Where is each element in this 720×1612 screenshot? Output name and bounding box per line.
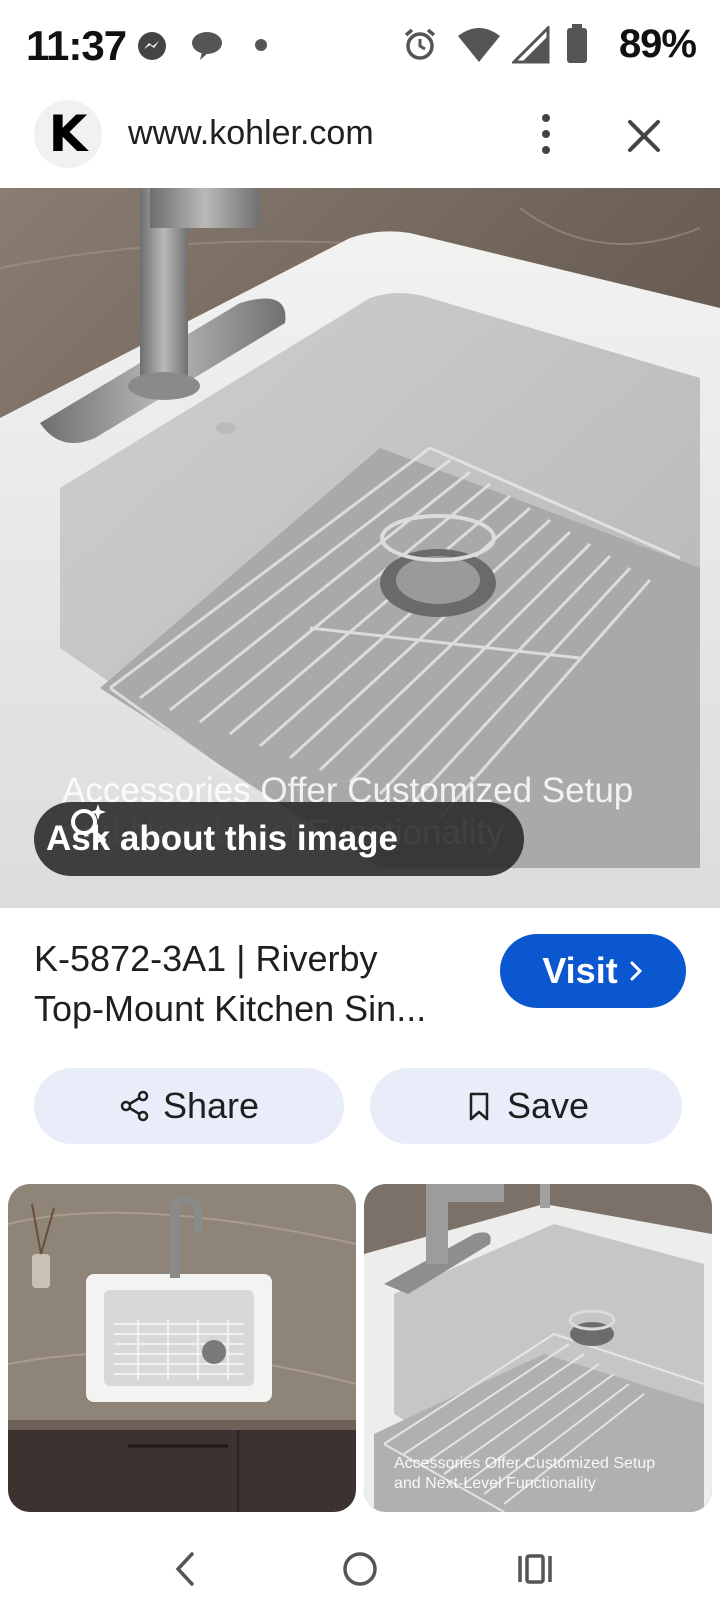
recent-apps-icon[interactable]	[510, 1544, 560, 1594]
ask-about-image-button[interactable]: Ask about this image	[34, 802, 524, 876]
related-image-thumbnail[interactable]	[8, 1184, 356, 1512]
site-logo-letter: K	[48, 105, 88, 163]
result-title[interactable]: K-5872-3A1 | Riverby Top-Mount Kitchen S…	[34, 934, 474, 1034]
visit-button[interactable]: Visit	[500, 934, 686, 1008]
sink-thumbnail-photo	[8, 1184, 356, 1512]
battery-icon	[567, 24, 587, 63]
chat-icon	[192, 32, 222, 60]
visit-label: Visit	[542, 950, 618, 991]
home-icon[interactable]	[335, 1544, 385, 1594]
more-options-icon[interactable]	[528, 106, 564, 162]
wifi-icon	[458, 28, 500, 62]
system-nav-bar	[0, 1520, 720, 1612]
site-logo[interactable]: K	[34, 100, 102, 168]
save-button[interactable]: Save	[370, 1068, 682, 1144]
share-button[interactable]: Share	[34, 1068, 344, 1144]
lens-sparkle-icon	[71, 804, 106, 842]
status-bar: 11:37 89%	[0, 0, 720, 92]
share-icon	[120, 1090, 149, 1122]
alarm-icon	[404, 28, 436, 60]
messenger-icon	[138, 32, 166, 60]
battery-percent: 89%	[618, 22, 697, 66]
save-label: Save	[506, 1085, 590, 1126]
status-time: 11:37	[26, 22, 127, 69]
browser-bar: K www.kohler.com	[0, 92, 720, 188]
back-icon[interactable]	[160, 1544, 210, 1594]
share-label: Share	[162, 1085, 260, 1126]
related-image-thumbnail[interactable]: Accessories Offer Customized Setup and N…	[364, 1184, 712, 1512]
result-title-line1: K-5872-3A1 | Riverby	[34, 938, 378, 979]
chevron-right-icon	[630, 961, 642, 981]
url-text[interactable]: www.kohler.com	[128, 114, 374, 153]
result-title-line2: Top-Mount Kitchen Sin...	[34, 988, 427, 1029]
close-icon[interactable]	[620, 112, 668, 160]
bookmark-icon	[469, 1092, 489, 1121]
dot-icon	[255, 39, 267, 51]
hero-image[interactable]: Accessories Offer Customized Setup and N…	[0, 188, 720, 908]
signal-icon	[512, 26, 550, 64]
thumbnail-caption: Accessories Offer Customized Setup and N…	[394, 1455, 656, 1492]
